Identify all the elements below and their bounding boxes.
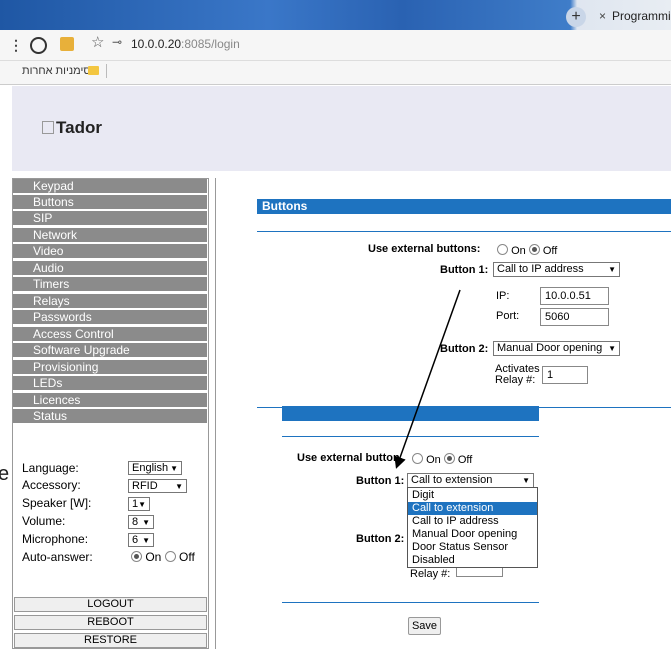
annotation-arrow <box>394 289 461 469</box>
